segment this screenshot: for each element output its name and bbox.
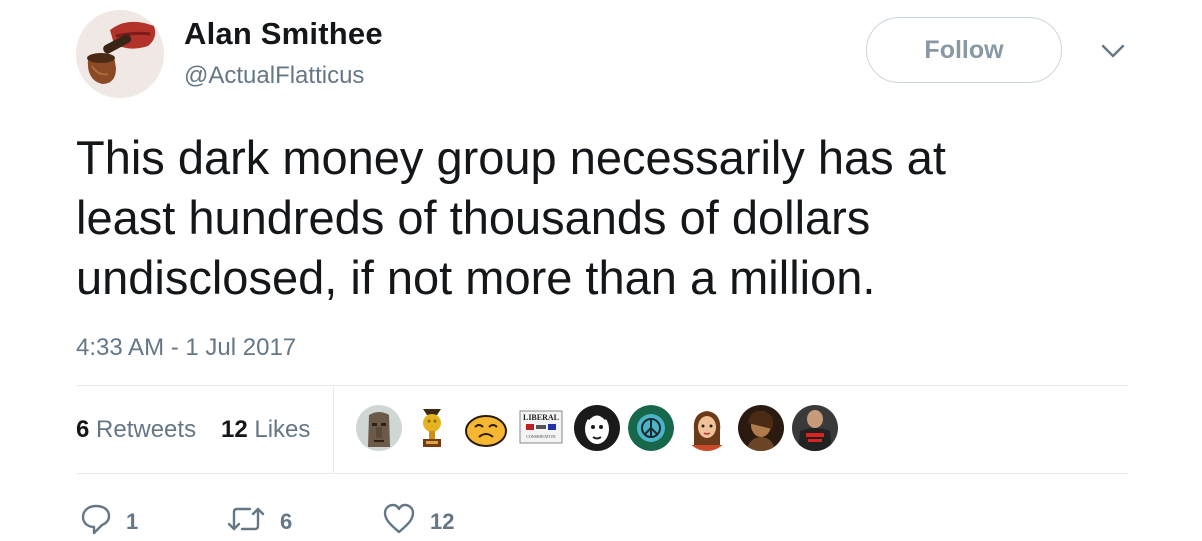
retweets-count: 6 — [76, 416, 90, 443]
liker-avatar-liberal-badge[interactable]: LIBERAL CONSERVATIVE — [518, 405, 564, 451]
yellow-face-icon — [463, 405, 509, 451]
liker-avatar-yellow-face[interactable] — [463, 405, 509, 451]
liberal-badge-text: LIBERAL — [523, 413, 559, 422]
retweet-icon — [227, 507, 265, 531]
stats-divider — [333, 386, 334, 473]
reply-action[interactable]: 1 — [80, 503, 138, 535]
sketch-portrait-icon — [574, 405, 620, 451]
author-avatar[interactable] — [76, 10, 164, 98]
pipe-smoking-lips-avatar-icon — [76, 10, 164, 98]
cartoon-woman-icon — [684, 405, 730, 451]
liker-avatar-sketch[interactable] — [574, 405, 620, 451]
peace-sign-icon — [628, 405, 674, 451]
tweet-timestamp[interactable]: 4:33 AM - 1 Jul 2017 — [76, 334, 296, 362]
heart-icon — [383, 503, 415, 534]
like-count: 12 — [430, 509, 455, 534]
dark-portrait-icon — [738, 405, 784, 451]
author-display-name[interactable]: Alan Smithee — [184, 16, 383, 52]
retweets-label: Retweets — [96, 416, 197, 443]
chevron-down-icon[interactable] — [1100, 42, 1126, 62]
divider-top — [76, 385, 1128, 386]
follow-button[interactable]: Follow — [866, 17, 1062, 83]
liker-avatar-peace[interactable] — [628, 405, 674, 451]
liker-avatar-cartoon-woman[interactable] — [684, 405, 730, 451]
like-action[interactable]: 12 — [382, 503, 454, 535]
likes-stat[interactable]: 12 Likes — [221, 416, 310, 444]
reply-icon — [81, 504, 111, 535]
liker-avatar-statue[interactable] — [356, 405, 402, 451]
likes-count: 12 — [221, 416, 248, 443]
trophy-icon — [409, 405, 455, 451]
liker-avatar-trophy[interactable] — [409, 405, 455, 451]
liberal-badge-subtext: CONSERVATIVE — [526, 434, 556, 439]
divider-bottom — [76, 473, 1128, 474]
liker-avatar-man-shirt[interactable] — [792, 405, 838, 451]
retweet-count: 6 — [280, 509, 293, 534]
author-handle[interactable]: @ActualFlatticus — [184, 62, 364, 90]
retweet-action[interactable]: 6 — [226, 503, 292, 535]
liker-avatar-portrait[interactable] — [738, 405, 784, 451]
man-in-shirt-icon — [792, 405, 838, 451]
reply-count: 1 — [126, 509, 139, 534]
tweet-text: This dark money group necessarily has at… — [76, 131, 946, 304]
liberal-badge-icon: LIBERAL CONSERVATIVE — [518, 405, 564, 451]
retweets-stat[interactable]: 6 Retweets — [76, 416, 196, 444]
likes-label: Likes — [254, 416, 311, 443]
statue-head-icon — [356, 405, 402, 451]
